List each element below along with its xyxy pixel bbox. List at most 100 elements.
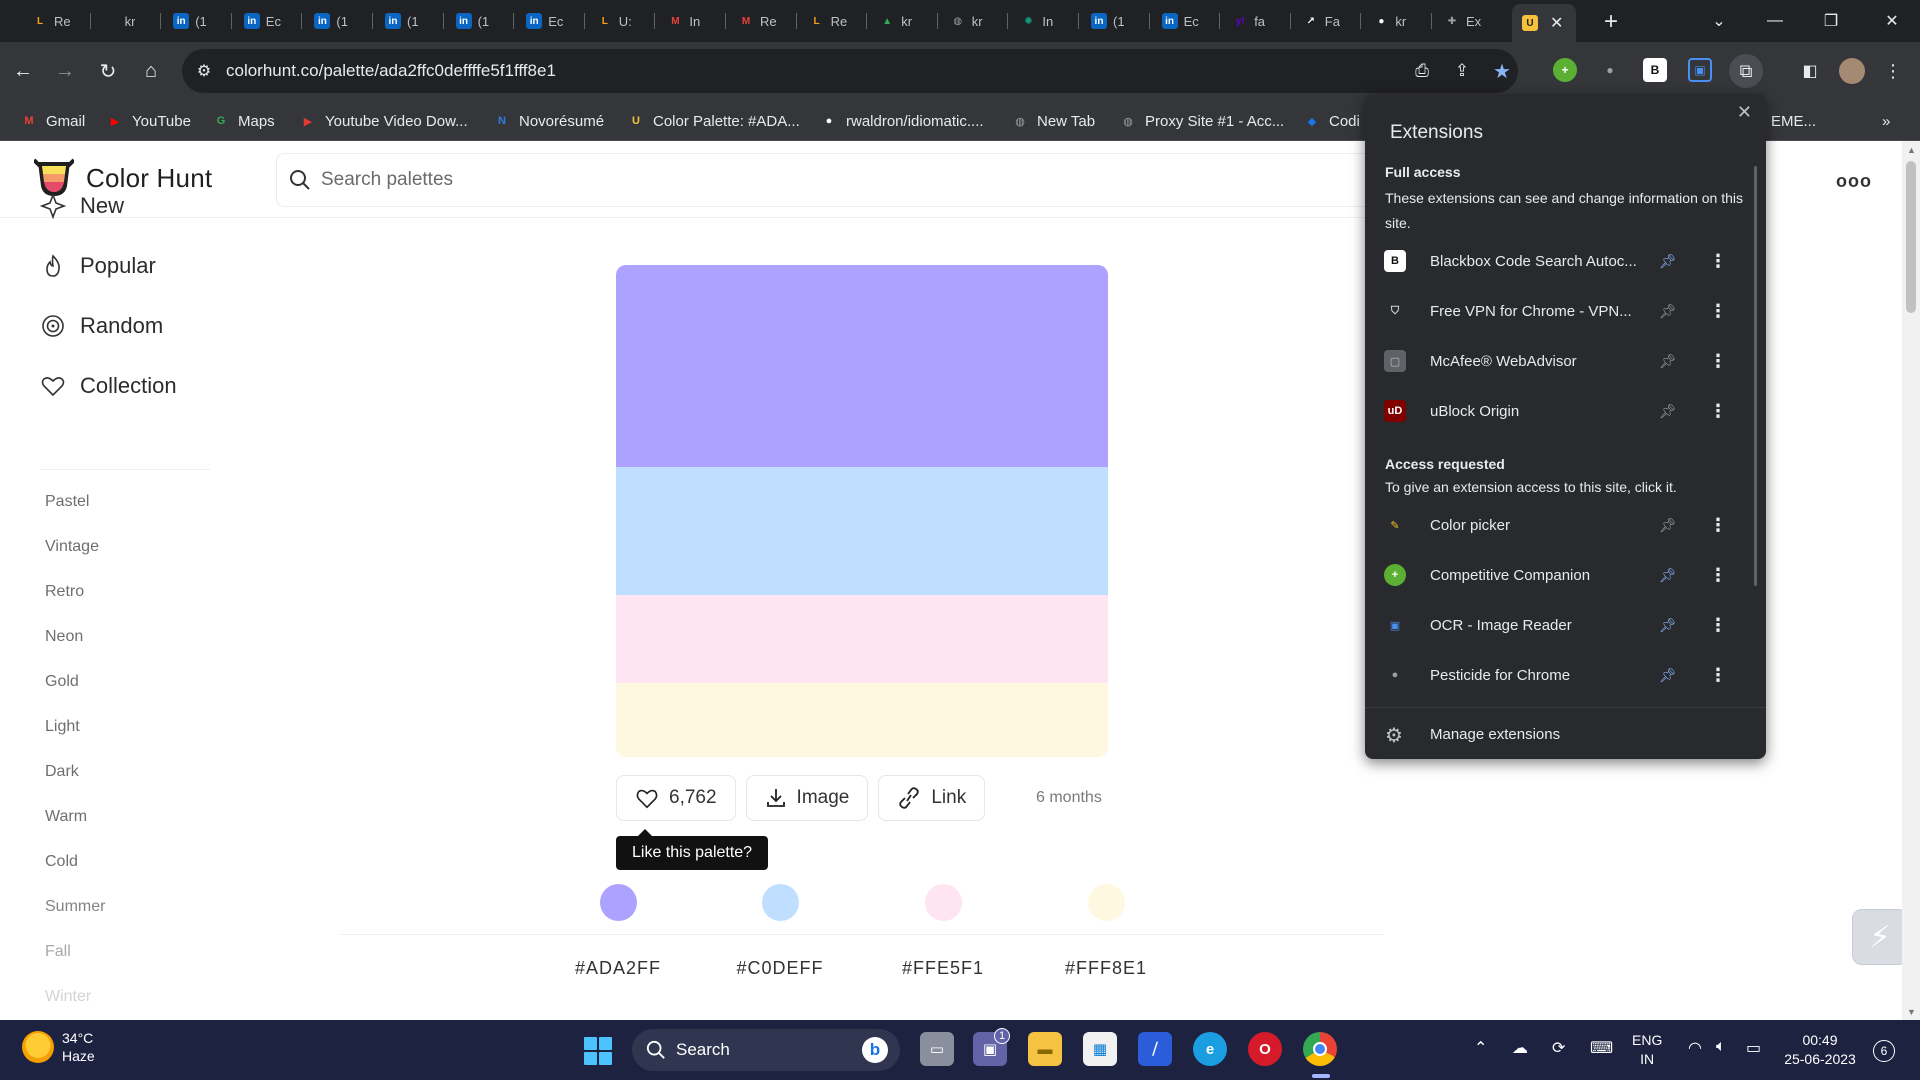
ocr-icon[interactable]: ▣ — [1688, 58, 1712, 82]
nav-new[interactable]: New — [40, 193, 124, 219]
tab-11[interactable]: M Re — [728, 7, 796, 35]
chrome-icon[interactable] — [1303, 1032, 1337, 1066]
weather-widget[interactable]: 34°C Haze — [22, 1029, 95, 1065]
tab-7[interactable]: in (1 — [446, 7, 514, 35]
battery-icon[interactable]: ▭ — [1746, 1038, 1761, 1058]
task-view-icon[interactable]: ▭ — [920, 1032, 954, 1066]
bookmark-star-icon[interactable]: ★ — [1485, 54, 1519, 88]
extension-row[interactable]: + Competitive Companion 📌︎ ⋮ — [1365, 550, 1745, 600]
nav-popular[interactable]: Popular — [40, 253, 156, 279]
tab-21[interactable]: ✚ Ex — [1434, 7, 1502, 35]
palette-color-3[interactable] — [616, 595, 1108, 683]
tag-dark[interactable]: Dark — [45, 763, 79, 781]
opera-icon[interactable]: O — [1248, 1032, 1282, 1066]
language-indicator[interactable]: ENG IN — [1632, 1031, 1662, 1069]
tab-10[interactable]: M In — [657, 7, 725, 35]
file-explorer-icon[interactable]: ▬ — [1028, 1032, 1062, 1066]
tag-fall[interactable]: Fall — [45, 943, 71, 961]
color-swatch-3[interactable] — [925, 884, 962, 921]
bookmark-3[interactable]: G Maps — [212, 109, 275, 133]
hex-code-2[interactable]: #C0DEFF — [720, 958, 840, 979]
tag-neon[interactable]: Neon — [45, 628, 83, 646]
tab-1[interactable]: L Re — [22, 7, 90, 35]
tab-4[interactable]: in Ec — [234, 7, 302, 35]
extensions-scrollbar[interactable] — [1754, 166, 1757, 586]
bookmark-6[interactable]: U Color Palette: #ADA... — [627, 109, 800, 133]
start-button[interactable] — [584, 1037, 612, 1065]
bookmark-4[interactable]: ▶ Youtube Video Dow... — [299, 109, 468, 133]
tag-warm[interactable]: Warm — [45, 808, 87, 826]
taskbar-search[interactable]: Search b — [632, 1029, 900, 1071]
share-icon[interactable]: ⇪ — [1445, 54, 1479, 88]
tab-search-icon[interactable]: ⌄ — [1691, 0, 1747, 42]
tab-2[interactable]: kr — [93, 7, 161, 35]
chrome-menu-icon[interactable]: ⋮ — [1876, 54, 1910, 88]
minimize-button[interactable]: — — [1747, 0, 1803, 42]
more-menu-icon[interactable]: ooo — [1836, 171, 1872, 192]
tab-12[interactable]: L Re — [799, 7, 867, 35]
clock[interactable]: 00:49 25-06-2023 — [1780, 1031, 1860, 1069]
wifi-icon[interactable]: ◠ — [1688, 1038, 1702, 1058]
pin-icon[interactable]: 📌︎ — [1659, 253, 1677, 270]
keyboard-icon[interactable]: ⌨ — [1590, 1038, 1613, 1058]
pin-icon[interactable]: 📌︎ — [1659, 617, 1677, 634]
scroll-up-icon[interactable]: ▲ — [1907, 145, 1916, 155]
hex-code-4[interactable]: #FFF8E1 — [1046, 958, 1166, 979]
tab-9[interactable]: L U: — [587, 7, 655, 35]
notification-badge[interactable]: 6 — [1873, 1040, 1895, 1062]
home-icon[interactable]: ⌂ — [134, 54, 168, 88]
edge-icon[interactable]: e — [1193, 1032, 1227, 1066]
tag-winter[interactable]: Winter — [45, 988, 91, 1006]
install-app-icon[interactable]: ⎙ — [1405, 54, 1439, 88]
microsoft-store-icon[interactable]: ▦ — [1083, 1032, 1117, 1066]
tab-19[interactable]: ↗ Fa — [1293, 7, 1361, 35]
download-image-button[interactable]: Image — [745, 775, 869, 821]
new-tab-button[interactable]: + — [1597, 8, 1625, 36]
more-options-icon[interactable]: ⋮ — [1709, 301, 1727, 322]
more-options-icon[interactable]: ⋮ — [1709, 565, 1727, 586]
tag-summer[interactable]: Summer — [45, 898, 105, 916]
color-swatch-2[interactable] — [762, 884, 799, 921]
more-options-icon[interactable]: ⋮ — [1709, 615, 1727, 636]
more-options-icon[interactable]: ⋮ — [1709, 351, 1727, 372]
profile-avatar[interactable] — [1835, 54, 1869, 88]
color-swatch-4[interactable] — [1088, 884, 1125, 921]
site-info-icon[interactable]: ⚙ — [182, 61, 226, 81]
search-box[interactable] — [276, 153, 1386, 207]
close-tab-icon[interactable]: ✕ — [1550, 13, 1563, 33]
more-bookmarks-icon[interactable]: » — [1882, 109, 1890, 133]
pin-icon[interactable]: 📌︎ — [1659, 353, 1677, 370]
tab-active-color-hunt[interactable]: U ✕ — [1512, 4, 1576, 42]
extension-row[interactable]: ▢ McAfee® WebAdvisor 📌︎ ⋮ — [1365, 336, 1745, 386]
tab-6[interactable]: in (1 — [375, 7, 443, 35]
tag-vintage[interactable]: Vintage — [45, 538, 99, 556]
extensions-puzzle-icon[interactable]: ⧉ — [1729, 54, 1763, 88]
nav-random[interactable]: Random — [40, 313, 163, 339]
close-window-button[interactable]: ✕ — [1864, 0, 1920, 42]
tab-14[interactable]: ◍ kr — [940, 7, 1008, 35]
pin-icon[interactable]: 📌︎ — [1659, 517, 1677, 534]
manage-extensions-button[interactable]: ⚙ Manage extensions — [1365, 711, 1766, 757]
bookmark-10[interactable]: ◆ Codi — [1303, 109, 1360, 133]
bookmark-8[interactable]: ◍ New Tab — [1011, 109, 1095, 133]
extension-row[interactable]: B Blackbox Code Search Autoc... 📌︎ ⋮ — [1365, 236, 1745, 286]
blackbox-icon[interactable]: B — [1643, 58, 1667, 82]
pesticide-icon[interactable]: ● — [1598, 58, 1622, 82]
sync-icon[interactable]: ⟳ — [1552, 1038, 1565, 1058]
show-hidden-icons[interactable]: ⌃ — [1474, 1038, 1487, 1058]
like-button[interactable]: 6,762 — [616, 775, 736, 821]
bookmark-1[interactable]: M Gmail — [20, 109, 85, 133]
bookmark-5[interactable]: N Novorésumé — [493, 109, 604, 133]
vscode-icon[interactable]: ⧸ — [1138, 1032, 1172, 1066]
tag-cold[interactable]: Cold — [45, 853, 78, 871]
close-icon[interactable]: ✕ — [1737, 102, 1752, 123]
palette-color-2[interactable] — [616, 467, 1108, 595]
address-bar[interactable]: ⚙ colorhunt.co/palette/ada2ffc0deffffe5f… — [182, 49, 1518, 93]
tag-pastel[interactable]: Pastel — [45, 493, 89, 511]
restore-button[interactable]: ❐ — [1803, 0, 1859, 42]
tab-8[interactable]: in Ec — [516, 7, 584, 35]
more-options-icon[interactable]: ⋮ — [1709, 251, 1727, 272]
tag-gold[interactable]: Gold — [45, 673, 79, 691]
more-options-icon[interactable]: ⋮ — [1709, 665, 1727, 686]
extension-row[interactable]: ● Pesticide for Chrome 📌︎ ⋮ — [1365, 650, 1745, 700]
